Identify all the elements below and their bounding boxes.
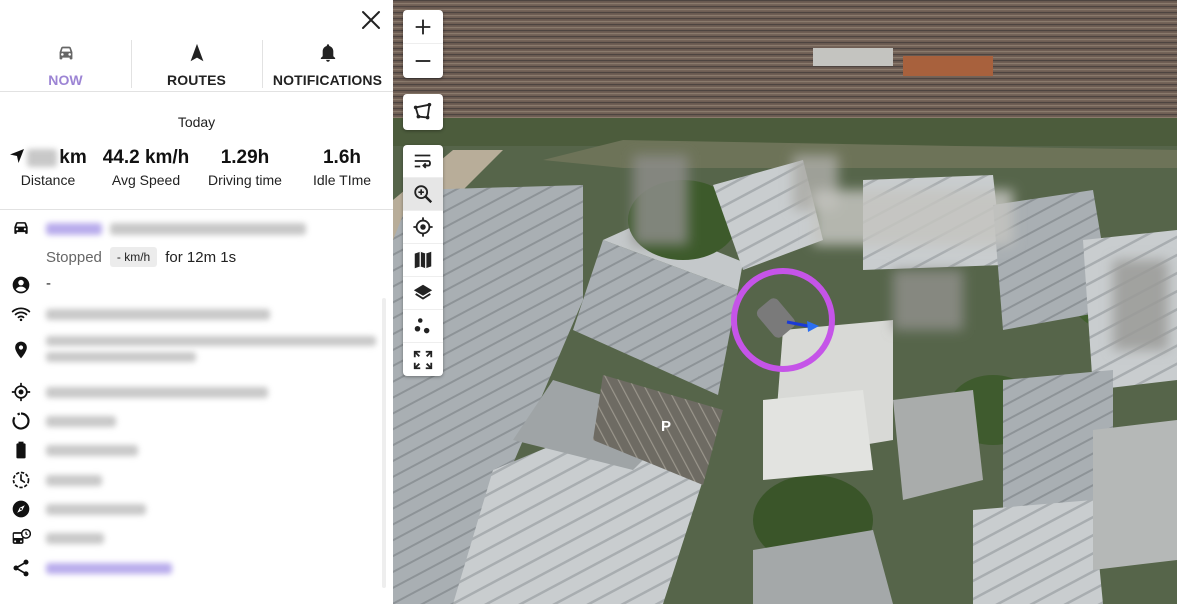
vehicle-details: Stopped - km/h for 12m 1s - xyxy=(0,210,393,604)
detail-row-schedule xyxy=(0,526,380,550)
vehicle-status: Stopped - km/h for 12m 1s xyxy=(46,246,236,268)
draw-polygon-button[interactable] xyxy=(403,94,443,130)
status-duration: for 12m 1s xyxy=(165,248,237,266)
tab-routes[interactable]: ROUTES xyxy=(131,38,262,91)
tab-notifications-label: NOTIFICATIONS xyxy=(272,72,383,88)
crosshair-icon xyxy=(11,382,31,402)
share-link-redacted[interactable] xyxy=(46,560,172,578)
vehicle-name-redacted[interactable] xyxy=(46,220,307,238)
details-scrollbar[interactable] xyxy=(382,298,386,588)
time-value-redacted xyxy=(46,472,102,490)
detail-row-address xyxy=(0,336,380,378)
satellite-map[interactable]: P xyxy=(393,0,1177,604)
wifi-icon xyxy=(11,307,31,322)
battery-icon xyxy=(16,441,26,459)
my-location-button[interactable] xyxy=(403,211,443,244)
avg-speed-label: Avg Speed xyxy=(111,172,181,188)
summary-period: Today xyxy=(177,114,216,130)
detail-row-connection xyxy=(0,302,380,326)
avg-speed-value: 44.2 km/h xyxy=(102,147,190,168)
layers-button[interactable] xyxy=(403,277,443,310)
stat-idle-time: 1.6h Idle TIme xyxy=(306,146,378,188)
connection-value-redacted xyxy=(46,306,270,324)
coordinates-value-redacted xyxy=(46,384,268,402)
plus-icon xyxy=(415,19,431,34)
layers-icon xyxy=(413,284,433,300)
battery-value-redacted xyxy=(46,442,138,460)
idle-time-value: 1.6h xyxy=(322,147,362,168)
zoom-controls xyxy=(403,10,443,78)
daily-stats: km Distance 44.2 km/h Avg Speed 1.29h Dr… xyxy=(0,146,393,196)
detail-row-share xyxy=(0,556,380,580)
driver-value: - xyxy=(46,275,51,292)
car-icon xyxy=(14,222,28,234)
account-circle-icon xyxy=(12,276,30,294)
draw-controls xyxy=(403,94,443,130)
vehicle-info-panel: NOW ROUTES NOTIFICATIONS Today km Distan… xyxy=(0,0,393,604)
polygon-draw-icon xyxy=(413,102,432,120)
map-tools xyxy=(403,145,443,376)
idle-time-label: Idle TIme xyxy=(312,172,372,188)
detail-row-time xyxy=(0,468,380,492)
minus-icon xyxy=(415,60,431,62)
tab-routes-label: ROUTES xyxy=(167,72,226,88)
detail-row-coordinates xyxy=(0,380,380,404)
status-text: Stopped xyxy=(46,248,102,266)
fullscreen-icon xyxy=(413,350,433,369)
bus-clock-icon xyxy=(12,528,31,544)
zoom-to-vehicle-button[interactable] xyxy=(403,178,443,211)
wrap-text-button[interactable] xyxy=(403,145,443,178)
distance-label: Distance xyxy=(20,172,76,188)
distance-value-redacted xyxy=(27,148,58,167)
navigation-arrow-icon xyxy=(190,43,203,62)
map-icon xyxy=(414,251,432,269)
zoom-in-button[interactable] xyxy=(403,10,443,44)
stat-avg-speed: 44.2 km/h Avg Speed xyxy=(96,146,196,188)
panel-tabs: NOW ROUTES NOTIFICATIONS xyxy=(0,38,393,92)
compass-icon xyxy=(12,500,30,518)
ignition-value-redacted xyxy=(46,413,116,431)
car-icon xyxy=(59,46,72,60)
location-pin-icon xyxy=(15,341,27,359)
driving-time-value: 1.29h xyxy=(220,147,270,168)
address-value-redacted xyxy=(46,336,376,362)
clock-icon xyxy=(12,471,30,489)
detail-row-heading xyxy=(0,497,380,521)
parking-label: P xyxy=(661,418,671,435)
tab-notifications[interactable]: NOTIFICATIONS xyxy=(262,38,393,91)
ring-status-icon xyxy=(12,412,30,430)
share-icon[interactable] xyxy=(11,558,31,578)
stat-distance: km Distance xyxy=(6,146,90,188)
tab-now[interactable]: NOW xyxy=(0,38,131,91)
detail-row-ignition xyxy=(0,409,380,433)
zoom-out-button[interactable] xyxy=(403,44,443,78)
driving-time-label: Driving time xyxy=(208,172,282,188)
detail-row-battery xyxy=(0,438,380,462)
wrap-lines-icon xyxy=(414,154,431,169)
zoom-magnifier-icon xyxy=(414,185,433,204)
detail-row-driver: - xyxy=(0,273,380,297)
stat-driving-time: 1.29h Driving time xyxy=(200,146,290,188)
bell-icon xyxy=(320,44,335,62)
close-icon[interactable] xyxy=(359,8,383,32)
schedule-value-redacted xyxy=(46,530,104,548)
cluster-dots-icon xyxy=(414,318,430,334)
navigation-arrow-icon xyxy=(10,149,25,163)
cluster-button[interactable] xyxy=(403,310,443,343)
map-type-button[interactable] xyxy=(403,244,443,277)
fullscreen-button[interactable] xyxy=(403,343,443,376)
crosshair-icon xyxy=(413,217,433,237)
distance-unit: km xyxy=(59,147,87,168)
satellite-imagery[interactable]: P xyxy=(393,0,1177,604)
heading-value-redacted xyxy=(46,501,146,519)
tab-now-label: NOW xyxy=(48,72,83,88)
detail-row-vehicle xyxy=(0,216,380,240)
current-speed-badge: - km/h xyxy=(109,247,158,267)
